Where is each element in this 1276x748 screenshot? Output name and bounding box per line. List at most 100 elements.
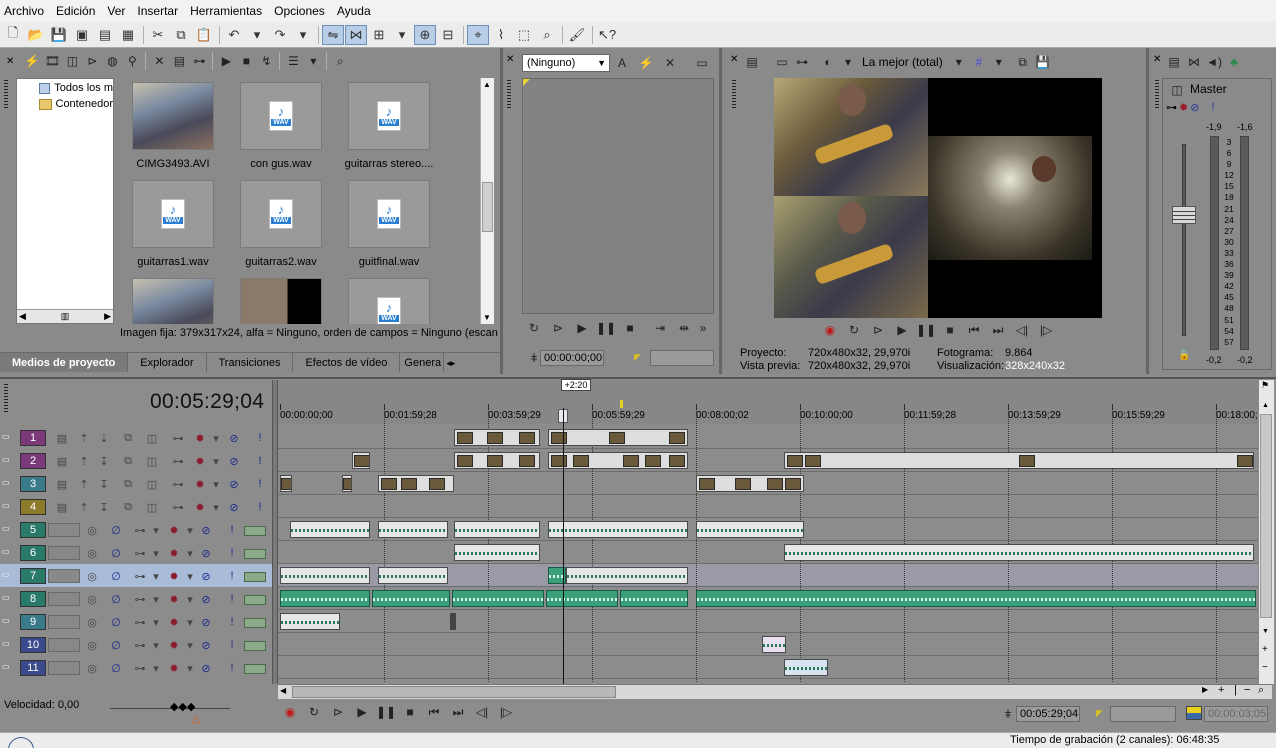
quality-dropdown-icon[interactable]: ▾	[949, 52, 969, 72]
track-fx-icon[interactable]: ▤	[54, 476, 70, 492]
previous-frame-icon[interactable]: ◁|	[470, 702, 494, 722]
video-clip[interactable]	[280, 475, 292, 492]
undo-icon[interactable]: ↶	[223, 25, 245, 45]
preview-fx-icon[interactable]: ⊶	[792, 52, 812, 72]
selection-tool-icon[interactable]: ⬚	[513, 25, 535, 45]
audio-clip[interactable]	[620, 590, 688, 607]
close-icon[interactable]: ✕	[730, 54, 738, 65]
mute-icon[interactable]: ⊘	[198, 568, 214, 584]
scroll-up-icon[interactable]: ▲	[1262, 402, 1269, 409]
pause-icon[interactable]: ❚❚	[594, 318, 618, 338]
mute-icon[interactable]: ⊘	[198, 522, 214, 538]
mute-icon[interactable]: ⊘	[1190, 101, 1199, 114]
pause-icon[interactable]: ❚❚	[914, 320, 938, 340]
media-item[interactable]: ♪ WAV guitarras stereo....	[340, 78, 436, 172]
dropdown-icon[interactable]: ▾	[148, 591, 164, 607]
video-clip[interactable]	[352, 452, 370, 469]
zoom-in-icon[interactable]: +	[1218, 684, 1224, 696]
track-expand-icon[interactable]: ▭	[2, 455, 16, 464]
track-fx-chain-icon[interactable]: ⊶	[132, 591, 148, 607]
menu-ver[interactable]: Ver	[107, 4, 131, 18]
compositing-child-icon[interactable]: ⧉	[120, 453, 136, 469]
track-volume-box[interactable]	[48, 546, 80, 560]
play-icon[interactable]: ▶	[570, 318, 594, 338]
track-header[interactable]: ▭ 5 ◎ ∅ ⊶ ▾ ✹ ▾ ⊘!	[0, 518, 272, 541]
marker-icon[interactable]: ⚑	[1261, 380, 1269, 391]
media-item[interactable]: ♪ WAV	[340, 274, 436, 324]
scroll-thumb[interactable]	[482, 182, 493, 232]
marker-icon[interactable]	[620, 400, 623, 408]
dropdown-icon[interactable]: ▾	[208, 430, 224, 446]
track-volume-box[interactable]	[48, 615, 80, 629]
compositing-parent-icon[interactable]: ◫	[144, 430, 160, 446]
track-fx-gear-icon[interactable]: ✹	[166, 591, 182, 607]
video-clip[interactable]	[548, 429, 688, 446]
track-volume-box[interactable]	[48, 523, 80, 537]
track-header[interactable]: ▭ 8 ◎ ∅ ⊶ ▾ ✹ ▾ ⊘!	[0, 587, 272, 610]
track-fx-icon[interactable]: ▤	[54, 430, 70, 446]
audio-clip[interactable]	[452, 590, 544, 607]
mute-icon[interactable]: ⊘	[198, 591, 214, 607]
close-icon[interactable]: ✕	[1153, 54, 1161, 65]
panel-grip[interactable]	[507, 80, 511, 108]
arm-record-icon[interactable]: ◎	[84, 545, 100, 561]
views-icon[interactable]: ☰	[283, 51, 303, 71]
dropdown-icon[interactable]: ▾	[182, 545, 198, 561]
invert-phase-icon[interactable]: ∅	[108, 614, 124, 630]
track-fx-gear-icon[interactable]: ✹	[166, 545, 182, 561]
dropdown-icon[interactable]: ▾	[148, 568, 164, 584]
fx-gear-icon[interactable]: ✹	[1179, 101, 1188, 114]
track-fx-gear-icon[interactable]: ✹	[192, 476, 208, 492]
invert-phase-icon[interactable]: ∅	[108, 568, 124, 584]
track-number[interactable]: 10	[20, 637, 46, 653]
panel-grip[interactable]	[732, 80, 736, 108]
fx-chain-icon[interactable]: ⊶	[1166, 101, 1177, 114]
zoom-out-icon[interactable]: −	[1244, 684, 1250, 696]
video-clip[interactable]	[454, 452, 540, 469]
solo-icon[interactable]: !	[224, 545, 240, 561]
media-item[interactable]: ♪ WAV con gus.wav	[232, 78, 328, 172]
selection-length-field[interactable]: 00:00:03;05	[1204, 706, 1268, 722]
overlays-dropdown-icon[interactable]: ▾	[989, 52, 1009, 72]
audio-clip[interactable]	[378, 521, 448, 538]
zoom-in-track-icon[interactable]: +	[1262, 644, 1268, 655]
redo-dropdown-icon[interactable]: ▾	[292, 25, 314, 45]
track-volume-box[interactable]	[48, 638, 80, 652]
track-number[interactable]: 3	[20, 476, 46, 492]
composite-mode-icon[interactable]: ↧	[96, 453, 112, 469]
render-icon[interactable]: ▤	[94, 25, 116, 45]
solo-icon[interactable]: !	[252, 499, 268, 515]
views-dropdown-icon[interactable]: ▾	[303, 51, 323, 71]
external-monitor-icon[interactable]: ▭	[772, 52, 792, 72]
solo-icon[interactable]: !	[224, 568, 240, 584]
lock-icon[interactable]: 🔒	[1178, 350, 1190, 361]
scroll-down-icon[interactable]: ▼	[1262, 628, 1269, 635]
mute-icon[interactable]: ⊘	[198, 614, 214, 630]
zoom-out-track-icon[interactable]: −	[1262, 662, 1268, 673]
track-expand-icon[interactable]: ▭	[2, 432, 16, 441]
remove-icon[interactable]: ✕	[149, 51, 169, 71]
clip-fragment[interactable]	[450, 613, 456, 630]
media-item[interactable]: ♪ WAV guitfinal.wav	[340, 176, 436, 270]
track-number[interactable]: 5	[20, 522, 46, 538]
cut-icon[interactable]: ✂	[147, 25, 169, 45]
zoom-tool-icon[interactable]: ⌕	[1258, 684, 1264, 697]
master-fader-handle[interactable]	[1172, 206, 1196, 224]
track-fx-chain-icon[interactable]: ⊶	[132, 568, 148, 584]
loop-icon[interactable]: ↻	[522, 318, 546, 338]
play-icon[interactable]: ▶	[350, 702, 374, 722]
invert-phase-icon[interactable]: ∅	[108, 660, 124, 676]
preview-quality[interactable]: La mejor (total)	[862, 55, 943, 69]
properties-icon[interactable]: ▤	[169, 51, 189, 71]
audio-clip[interactable]	[454, 521, 540, 538]
add-to-timeline-icon[interactable]: ⇥	[648, 318, 672, 338]
cursor-position-timecode[interactable]: 00:05:29;04	[150, 390, 264, 414]
track-number[interactable]: 9	[20, 614, 46, 630]
dropdown-icon[interactable]: ▾	[182, 614, 198, 630]
tab-project-media[interactable]: Medios de proyecto	[0, 353, 129, 372]
more-icon[interactable]: »	[696, 318, 710, 338]
split-dropdown-icon[interactable]: ▾	[838, 52, 858, 72]
mute-icon[interactable]: ⊘	[226, 499, 242, 515]
video-clip[interactable]	[378, 475, 454, 492]
track-fx-icon[interactable]: ▤	[54, 499, 70, 515]
